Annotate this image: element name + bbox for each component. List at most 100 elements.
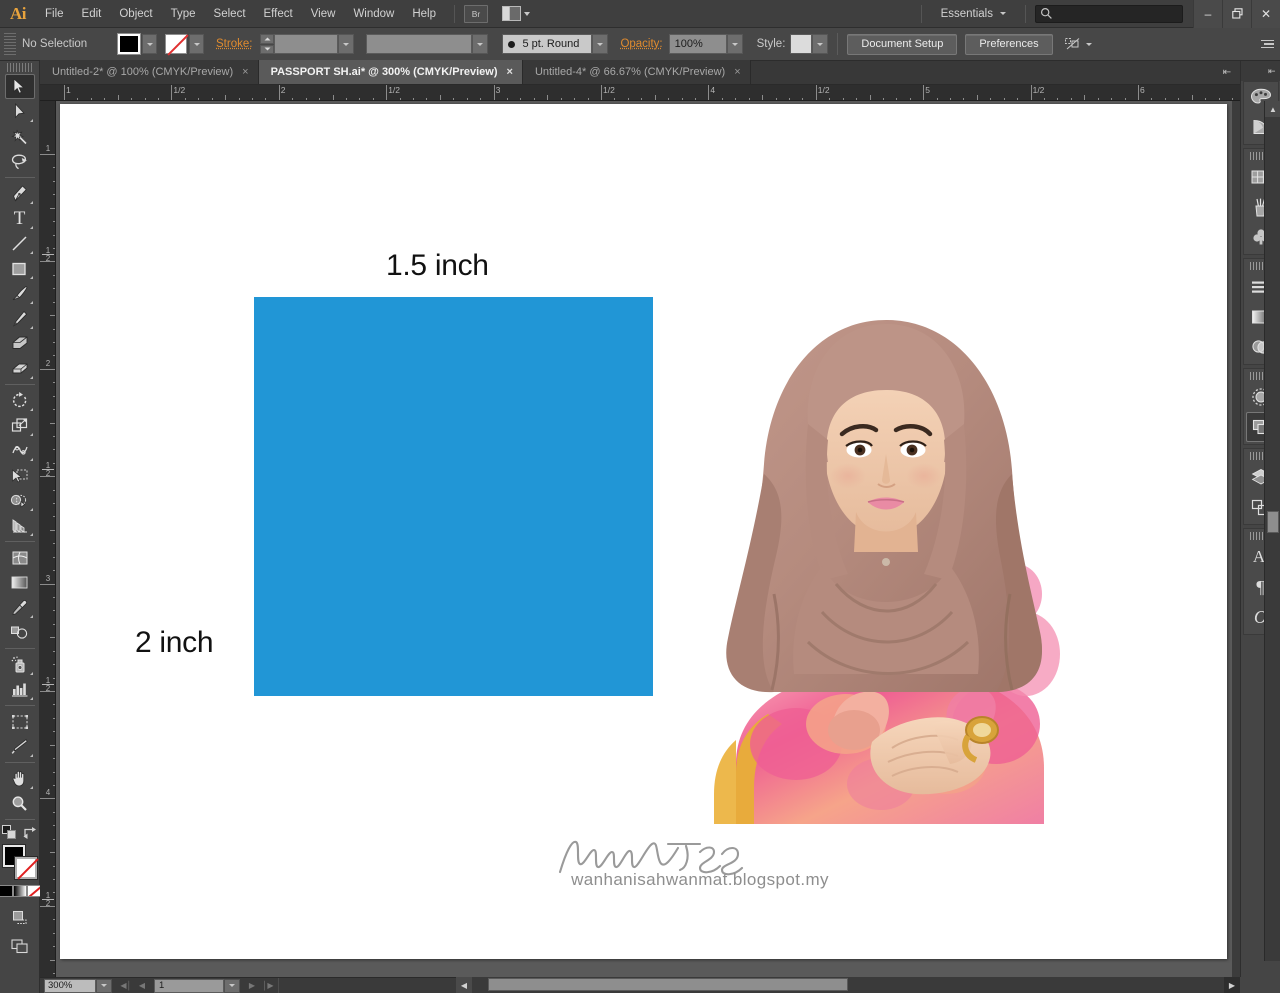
height-label[interactable]: 2 inch <box>135 626 213 660</box>
lasso-tool[interactable] <box>5 149 35 174</box>
stroke-dropdown[interactable] <box>189 34 204 54</box>
paintbrush-tool[interactable] <box>5 281 35 306</box>
line-segment-tool[interactable] <box>5 231 35 256</box>
graphic-style-swatch[interactable] <box>790 34 812 54</box>
color-mode-button[interactable] <box>0 885 13 897</box>
stroke-profile-dropdown[interactable] <box>472 34 488 54</box>
direct-selection-tool[interactable] <box>5 99 35 124</box>
none-mode-button[interactable] <box>27 885 41 897</box>
menu-edit[interactable]: Edit <box>73 0 111 28</box>
pen-tool[interactable] <box>5 181 35 206</box>
toolbar-stroke-swatch[interactable] <box>15 857 37 879</box>
workspace-switcher[interactable]: Essentials <box>931 8 1016 20</box>
close-icon[interactable]: × <box>507 66 513 78</box>
selection-tool[interactable] <box>5 74 35 99</box>
stroke-profile-field[interactable] <box>366 34 472 54</box>
control-panel-menu[interactable] <box>1261 40 1274 49</box>
graph-tool[interactable] <box>5 677 35 702</box>
canvas-horizontal-scrollbar[interactable]: ◀ ▶ <box>456 977 1240 993</box>
scroll-left-icon[interactable]: ◀ <box>456 977 472 993</box>
drawing-mode-button[interactable] <box>5 905 35 930</box>
stroke-weight-dropdown[interactable] <box>338 34 354 54</box>
canvas-vertical-scrollbar[interactable]: ▲ <box>1264 101 1280 961</box>
close-button[interactable]: ✕ <box>1251 0 1280 28</box>
menu-help[interactable]: Help <box>403 0 445 28</box>
menu-view[interactable]: View <box>302 0 345 28</box>
dock-collapse-button[interactable]: ⇤ <box>1241 61 1280 81</box>
previous-artboard-button[interactable]: ◀ <box>134 979 150 993</box>
graphic-style-dropdown[interactable] <box>812 34 828 54</box>
last-artboard-button[interactable]: │▶ <box>260 979 276 993</box>
horizontal-ruler[interactable]: 11/221/231/241/251/26 <box>40 85 1240 101</box>
document-setup-button[interactable]: Document Setup <box>847 34 957 55</box>
menu-select[interactable]: Select <box>205 0 255 28</box>
scroll-right-icon[interactable]: ▶ <box>1224 977 1240 993</box>
width-tool[interactable] <box>5 438 35 463</box>
hand-tool[interactable] <box>5 766 35 791</box>
eyedropper-tool[interactable] <box>5 595 35 620</box>
search-input[interactable] <box>1035 5 1183 23</box>
zoom-level-dropdown[interactable] <box>96 979 112 993</box>
vertical-ruler[interactable]: 112212312412 <box>40 101 56 977</box>
artboard-tool[interactable] <box>5 709 35 734</box>
magic-wand-tool[interactable] <box>5 124 35 149</box>
stroke-weight-stepper[interactable] <box>260 34 274 54</box>
arrange-documents-button[interactable] <box>502 6 530 21</box>
stroke-weight-field[interactable] <box>274 34 338 54</box>
minimize-button[interactable]: – <box>1193 0 1222 28</box>
stroke-color-swatch[interactable] <box>165 34 187 54</box>
brush-definition-dropdown[interactable] <box>592 34 608 54</box>
rectangle-tool[interactable] <box>5 256 35 281</box>
close-icon[interactable]: × <box>734 66 740 78</box>
free-transform-tool[interactable] <box>5 463 35 488</box>
portrait-photo[interactable] <box>696 294 1076 824</box>
default-fill-stroke-icon[interactable] <box>2 825 18 840</box>
width-label[interactable]: 1.5 inch <box>386 249 489 283</box>
swap-fill-stroke-icon[interactable] <box>22 826 37 840</box>
close-icon[interactable]: × <box>242 66 248 78</box>
zoom-tool[interactable] <box>5 791 35 816</box>
fill-swatch-group[interactable] <box>118 34 157 54</box>
tab-bar-collapse[interactable]: ⇤ <box>1214 60 1240 84</box>
gradient-mode-button[interactable] <box>13 885 27 897</box>
artboard[interactable]: 1.5 inch 2 inch <box>60 104 1227 959</box>
document-tab-3[interactable]: Untitled-4* @ 66.67% (CMYK/Preview) × <box>523 60 751 84</box>
document-tab-2[interactable]: PASSPORT SH.ai* @ 300% (CMYK/Preview) × <box>259 60 523 84</box>
menu-type[interactable]: Type <box>162 0 205 28</box>
column-graph-tool[interactable] <box>5 513 35 538</box>
stepper-up-icon[interactable] <box>260 34 274 44</box>
control-bar-grip[interactable] <box>4 33 16 55</box>
horizontal-scroll-thumb[interactable] <box>488 978 848 991</box>
slice-tool[interactable] <box>5 734 35 759</box>
menu-file[interactable]: File <box>36 0 73 28</box>
first-artboard-button[interactable]: ◀│ <box>118 979 134 993</box>
rotate-tool[interactable] <box>5 388 35 413</box>
next-artboard-button[interactable]: ▶ <box>244 979 260 993</box>
stroke-swatch-group[interactable] <box>165 34 204 54</box>
blob-brush-tool[interactable] <box>5 331 35 356</box>
shape-builder-tool[interactable] <box>5 488 35 513</box>
pencil-tool[interactable] <box>5 306 35 331</box>
document-tab-1[interactable]: Untitled-2* @ 100% (CMYK/Preview) × <box>40 60 259 84</box>
menu-window[interactable]: Window <box>344 0 403 28</box>
mesh-tool[interactable] <box>5 545 35 570</box>
gradient-tool[interactable] <box>5 570 35 595</box>
vertical-scroll-thumb[interactable] <box>1267 511 1279 533</box>
artboard-number-dropdown[interactable] <box>224 979 240 993</box>
opacity-dropdown[interactable] <box>727 34 743 54</box>
preferences-button[interactable]: Preferences <box>965 34 1052 55</box>
bridge-icon[interactable]: Br <box>464 5 488 23</box>
artboard-number-field[interactable]: 1 <box>154 979 224 993</box>
fill-stroke-colors[interactable] <box>3 845 37 879</box>
symbol-sprayer-tool[interactable] <box>5 652 35 677</box>
align-to-button[interactable] <box>1065 37 1092 51</box>
passport-photo-placeholder-rect[interactable] <box>254 297 653 696</box>
horizontal-scroll-track[interactable] <box>472 977 1224 993</box>
scale-tool[interactable] <box>5 413 35 438</box>
type-tool[interactable]: T <box>5 206 35 231</box>
eraser-tool[interactable] <box>5 356 35 381</box>
restore-button[interactable] <box>1222 0 1251 28</box>
opacity-label[interactable]: Opacity: <box>620 38 662 50</box>
menu-effect[interactable]: Effect <box>255 0 302 28</box>
opacity-field[interactable]: 100% <box>669 34 727 54</box>
